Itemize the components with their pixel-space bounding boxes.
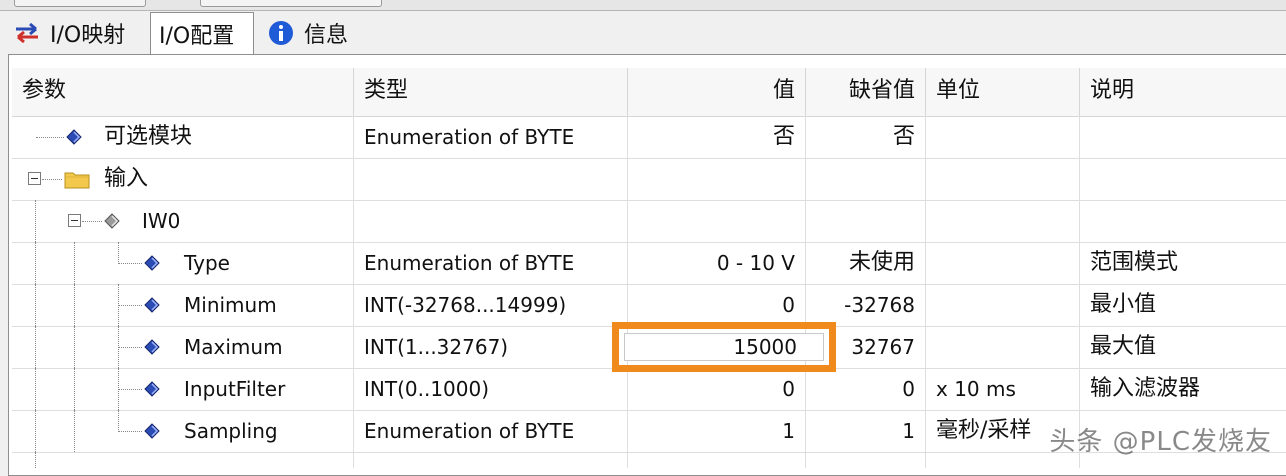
desc-cell: 最小值 xyxy=(1090,292,1157,317)
swap-arrows-icon xyxy=(14,23,40,43)
param-name: IW0 xyxy=(142,209,181,233)
type-cell xyxy=(354,200,628,242)
col-type[interactable]: 类型 xyxy=(354,68,628,116)
param-cell: Sampling xyxy=(12,410,354,452)
type-cell xyxy=(354,452,628,468)
tab-label: I/O配置 xyxy=(159,23,235,49)
tab-info[interactable]: 信息 xyxy=(260,14,360,52)
tab-io-mapping[interactable]: I/O映射 xyxy=(6,14,144,52)
parameter-icon xyxy=(144,381,160,397)
folder-icon xyxy=(64,172,90,189)
unit-cell: x 10 ms xyxy=(926,368,1080,410)
col-value[interactable]: 值 xyxy=(628,68,806,116)
param-name: InputFilter xyxy=(184,377,286,401)
param-cell: IW0 xyxy=(12,200,354,242)
unit-cell xyxy=(926,284,1080,326)
grid-header: 参数 类型 值 缺省值 单位 说明 xyxy=(12,68,1286,117)
col-default[interactable]: 缺省值 xyxy=(806,68,926,116)
maximum-value-input[interactable]: 15000 xyxy=(624,333,824,361)
value-cell xyxy=(628,158,806,200)
watermark: 头条 @PLC发烧友 xyxy=(1049,427,1272,457)
desc-cell: 输入滤波器 xyxy=(1090,376,1201,401)
tab-label: I/O映射 xyxy=(50,23,126,48)
type-cell: INT(0..1000) xyxy=(354,368,628,410)
param-name: Maximum xyxy=(184,335,283,359)
default-cell: 0 xyxy=(806,368,926,410)
default-cell: 否 xyxy=(806,116,926,158)
collapse-toggle[interactable] xyxy=(68,214,81,227)
table-row[interactable]: Minimum INT(-32768...14999) 0 -32768 最小值 xyxy=(12,284,1286,327)
table-row[interactable]: 输入 xyxy=(12,158,1286,201)
param-name: 可选模块 xyxy=(104,124,193,149)
upper-tab-stub xyxy=(14,0,146,7)
table-row[interactable]: IW0 xyxy=(12,200,1286,243)
table-row[interactable]: InputFilter INT(0..1000) 0 0 x 10 ms 输入滤… xyxy=(12,368,1286,411)
param-cell: Type xyxy=(12,242,354,284)
desc-cell xyxy=(1080,200,1286,242)
desc-cell xyxy=(1080,158,1286,200)
parameter-icon xyxy=(144,423,160,439)
tab-io-config[interactable]: I/O配置 xyxy=(150,12,254,54)
param-name: Minimum xyxy=(184,293,277,317)
value-cell[interactable]: 0 xyxy=(628,284,806,326)
tab-label: 信息 xyxy=(304,23,349,48)
param-cell: 输入 xyxy=(12,158,354,200)
unit-cell xyxy=(926,326,1080,368)
value-cell[interactable]: 0 xyxy=(628,368,806,410)
unit-cell xyxy=(926,158,1080,200)
value-cell xyxy=(628,200,806,242)
param-cell: 可选模块 xyxy=(12,116,354,158)
value-cell[interactable]: 否 xyxy=(628,116,806,158)
col-param[interactable]: 参数 xyxy=(12,68,354,116)
type-cell xyxy=(354,158,628,200)
info-icon xyxy=(268,20,294,46)
param-cell: Maximum xyxy=(12,326,354,368)
table-row[interactable]: 可选模块 Enumeration of BYTE 否 否 xyxy=(12,116,1286,159)
parameter-grid: 参数 类型 值 缺省值 单位 说明 可选模块 Enumeration of BY… xyxy=(12,68,1286,468)
parameter-icon xyxy=(144,339,160,355)
param-name: Type xyxy=(184,251,230,275)
parameter-icon xyxy=(66,129,82,145)
param-name: Sampling xyxy=(184,419,278,443)
collapse-toggle[interactable] xyxy=(28,172,41,185)
desc-cell: 范围模式 xyxy=(1090,250,1179,275)
default-cell xyxy=(806,452,926,468)
value-cell xyxy=(628,452,806,468)
type-cell: INT(-32768...14999) xyxy=(354,284,628,326)
param-cell xyxy=(12,452,354,468)
col-desc[interactable]: 说明 xyxy=(1080,68,1286,116)
col-unit[interactable]: 单位 xyxy=(926,68,1080,116)
tab-bar: I/O映射 I/O配置 信息 xyxy=(0,10,1286,54)
unit-cell xyxy=(926,242,1080,284)
type-cell: Enumeration of BYTE xyxy=(354,242,628,284)
type-cell: Enumeration of BYTE xyxy=(354,116,628,158)
default-cell xyxy=(806,158,926,200)
type-cell: Enumeration of BYTE xyxy=(354,410,628,452)
module-icon xyxy=(104,213,120,229)
type-cell: INT(1...32767) xyxy=(354,326,628,368)
param-name: 输入 xyxy=(104,166,149,191)
default-cell: 1 xyxy=(806,410,926,452)
parameter-icon xyxy=(144,255,160,271)
default-cell xyxy=(806,200,926,242)
param-cell: Minimum xyxy=(12,284,354,326)
value-cell[interactable]: 1 xyxy=(628,410,806,452)
value-cell[interactable]: 0 - 10 V xyxy=(628,242,806,284)
default-cell: -32768 xyxy=(806,284,926,326)
default-cell: 未使用 xyxy=(806,242,926,284)
unit-cell xyxy=(926,116,1080,158)
desc-cell: 最大值 xyxy=(1090,334,1157,359)
parameter-icon xyxy=(144,297,160,313)
desc-cell xyxy=(1080,116,1286,158)
unit-cell xyxy=(926,200,1080,242)
table-row[interactable]: Type Enumeration of BYTE 0 - 10 V 未使用 范围… xyxy=(12,242,1286,285)
param-cell: InputFilter xyxy=(12,368,354,410)
upper-tab-stub-2 xyxy=(200,0,382,7)
